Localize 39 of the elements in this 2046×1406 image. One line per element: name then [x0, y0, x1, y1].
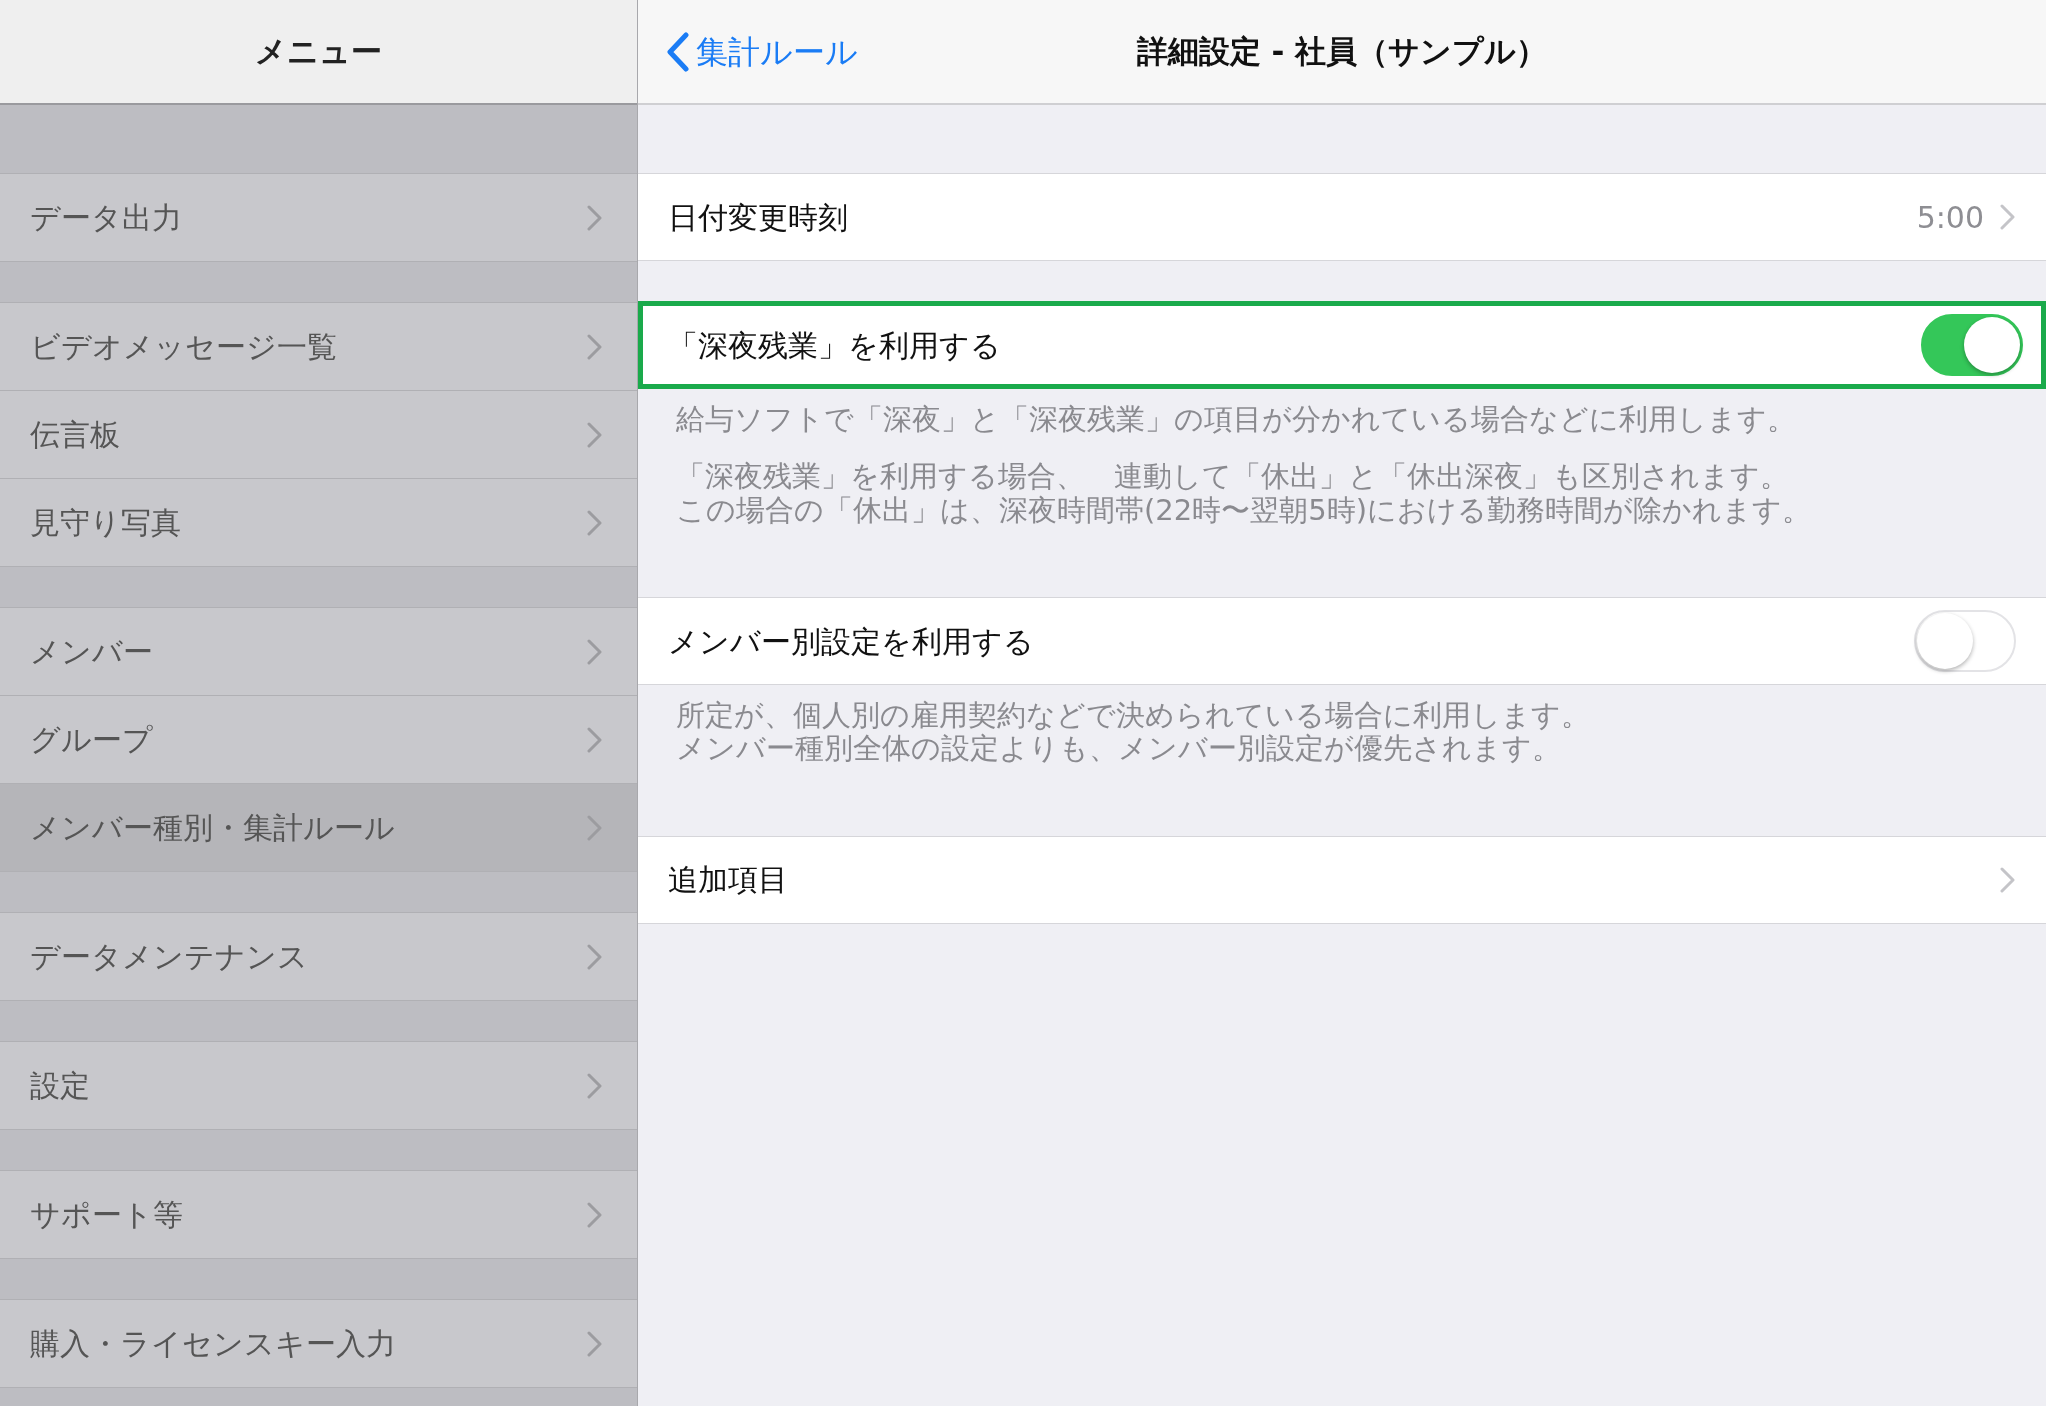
sidebar-item[interactable]: 設定 — [0, 1042, 637, 1130]
footer-text: 「深夜残業」を利用する場合、 連動して「休出」と「休出深夜」も区別されます。 — [676, 460, 1789, 494]
chevron-icon — [587, 726, 603, 753]
setting-value: 5:00 — [1916, 198, 1984, 237]
chevron-icon — [587, 1330, 603, 1357]
footer-text: メンバー種別全体の設定よりも、メンバー別設定が優先されます。 — [676, 732, 1561, 766]
sidebar-item[interactable]: データ出力 — [0, 174, 637, 262]
footer-text: 給与ソフトで「深夜」と「深夜残業」の項目が分かれている場合などに利用します。 — [676, 403, 1796, 437]
toggle-switch[interactable] — [1921, 314, 2023, 376]
chevron-icon — [587, 1201, 603, 1228]
sidebar-item[interactable]: 購入・ライセンスキー入力 — [0, 1300, 637, 1388]
chevron-icon — [2000, 866, 2016, 893]
back-link[interactable]: 集計ルール — [666, 27, 858, 76]
chevron-icon — [587, 204, 603, 231]
setting-label: 「深夜残業」を利用する — [668, 326, 1001, 365]
sidebar-item[interactable]: ビデオメッセージ一覧 — [0, 303, 637, 391]
sidebar-item[interactable]: メンバー — [0, 608, 637, 696]
chevron-icon — [587, 943, 603, 970]
chevron-icon — [587, 638, 603, 665]
sidebar-item[interactable]: メンバー種別・集計ルール — [0, 784, 637, 872]
setting-label: 追加項目 — [668, 861, 788, 900]
sidebar-item[interactable]: 見守り写真 — [0, 479, 637, 567]
menu-title: メニュー — [255, 32, 382, 72]
sidebar-item[interactable]: データメンテナンス — [0, 913, 637, 1001]
sidebar-item[interactable]: 伝言板 — [0, 391, 637, 479]
sidebar-item[interactable]: グループ — [0, 696, 637, 784]
back-chevron-icon — [666, 31, 690, 72]
chevron-icon — [587, 1072, 603, 1099]
chevron-icon — [2000, 204, 2016, 230]
chevron-icon — [587, 509, 603, 536]
footer-text: 所定が、個人別の雇用契約などで決められている場合に利用します。 — [676, 699, 1590, 733]
setting-label: 日付変更時刻 — [668, 198, 848, 237]
page-title: 詳細設定 - 社員（サンプル） — [1136, 32, 1548, 72]
footer-text: この場合の「休出」は、深夜時間帯(22時〜翌朝5時)における勤務時間が除かれます。 — [676, 493, 1811, 528]
setting-label: メンバー別設定を利用する — [668, 622, 1034, 661]
chevron-icon — [587, 421, 603, 448]
sidebar-item[interactable]: サポート等 — [0, 1171, 637, 1259]
chevron-icon — [587, 333, 603, 360]
chevron-icon — [587, 814, 603, 841]
